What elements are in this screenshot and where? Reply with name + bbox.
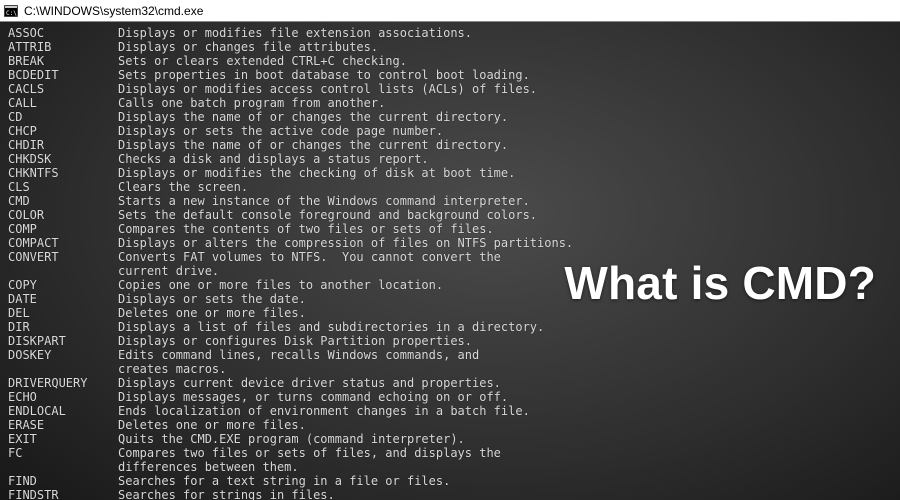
command-description: Displays messages, or turns command echo… [118,390,900,404]
command-description: Displays or modifies the checking of dis… [118,166,900,180]
command-description: Displays the name of or changes the curr… [118,110,900,124]
command-description: Displays or modifies file extension asso… [118,26,900,40]
command-name: CHDIR [8,138,118,152]
command-name: CACLS [8,82,118,96]
command-name: FINDSTR [8,488,118,500]
command-description: Checks a disk and displays a status repo… [118,152,900,166]
command-row-continuation: differences between them. [8,460,900,474]
command-row: CHDIRDisplays the name of or changes the… [8,138,900,152]
command-name: CALL [8,96,118,110]
command-description: Displays or alters the compression of fi… [118,236,900,250]
command-name: CHKNTFS [8,166,118,180]
command-description: Displays a list of files and subdirector… [118,320,900,334]
command-description: Searches for strings in files. [118,488,900,500]
command-name: ERASE [8,418,118,432]
command-description: Searches for a text string in a file or … [118,474,900,488]
command-name: ASSOC [8,26,118,40]
command-name: BCDEDIT [8,68,118,82]
cmd-icon: C:\ [4,5,18,17]
command-row: ASSOCDisplays or modifies file extension… [8,26,900,40]
command-name: DATE [8,292,118,306]
command-description: Displays or configures Disk Partition pr… [118,334,900,348]
command-name: DISKPART [8,334,118,348]
command-description: Deletes one or more files. [118,418,900,432]
command-row: DISKPARTDisplays or configures Disk Part… [8,334,900,348]
command-row: CMDStarts a new instance of the Windows … [8,194,900,208]
command-row-continuation: creates macros. [8,362,900,376]
command-description: Sets or clears extended CTRL+C checking. [118,54,900,68]
command-row: FINDSTRSearches for strings in files. [8,488,900,500]
command-description: Displays or modifies access control list… [118,82,900,96]
command-name: FC [8,446,118,460]
command-row: CLSClears the screen. [8,180,900,194]
command-row: COMPACTDisplays or alters the compressio… [8,236,900,250]
command-name: FIND [8,474,118,488]
command-row: CHCPDisplays or sets the active code pag… [8,124,900,138]
command-name: CD [8,110,118,124]
command-name: COPY [8,278,118,292]
overlay-heading: What is CMD? [564,256,876,310]
command-description: Displays or sets the active code page nu… [118,124,900,138]
command-description-continuation: differences between them. [118,460,900,474]
command-row: CALLCalls one batch program from another… [8,96,900,110]
titlebar[interactable]: C:\ C:\WINDOWS\system32\cmd.exe [0,0,900,22]
command-name: CMD [8,194,118,208]
command-row: ERASEDeletes one or more files. [8,418,900,432]
command-row: DOSKEYEdits command lines, recalls Windo… [8,348,900,362]
command-name: ECHO [8,390,118,404]
command-description: Compares the contents of two files or se… [118,222,900,236]
command-row: EXITQuits the CMD.EXE program (command i… [8,432,900,446]
command-name: EXIT [8,432,118,446]
command-row: BREAKSets or clears extended CTRL+C chec… [8,54,900,68]
cmd-window: C:\ C:\WINDOWS\system32\cmd.exe ASSOCDis… [0,0,900,500]
command-name: COMP [8,222,118,236]
command-description: Clears the screen. [118,180,900,194]
command-name: DOSKEY [8,348,118,362]
command-row: ECHODisplays messages, or turns command … [8,390,900,404]
command-description: Calls one batch program from another. [118,96,900,110]
command-name: CONVERT [8,250,118,264]
terminal-area[interactable]: ASSOCDisplays or modifies file extension… [0,22,900,500]
command-description: Ends localization of environment changes… [118,404,900,418]
command-description: Edits command lines, recalls Windows com… [118,348,900,362]
command-name: BREAK [8,54,118,68]
command-row: BCDEDITSets properties in boot database … [8,68,900,82]
command-row: ATTRIBDisplays or changes file attribute… [8,40,900,54]
command-description: Displays current device driver status an… [118,376,900,390]
command-row: CDDisplays the name of or changes the cu… [8,110,900,124]
command-description: Starts a new instance of the Windows com… [118,194,900,208]
command-row: DIRDisplays a list of files and subdirec… [8,320,900,334]
command-description-continuation: creates macros. [118,362,900,376]
command-name: COMPACT [8,236,118,250]
command-description: Sets properties in boot database to cont… [118,68,900,82]
command-name: CHKDSK [8,152,118,166]
command-row: CHKDSKChecks a disk and displays a statu… [8,152,900,166]
command-row: FINDSearches for a text string in a file… [8,474,900,488]
command-description: Displays or changes file attributes. [118,40,900,54]
command-name: DIR [8,320,118,334]
command-name-blank [8,362,118,376]
command-row: CACLSDisplays or modifies access control… [8,82,900,96]
command-name: DRIVERQUERY [8,376,118,390]
command-row: COLORSets the default console foreground… [8,208,900,222]
command-description: Sets the default console foreground and … [118,208,900,222]
command-name: CHCP [8,124,118,138]
command-name: ENDLOCAL [8,404,118,418]
command-name: DEL [8,306,118,320]
command-description: Displays the name of or changes the curr… [118,138,900,152]
command-row: ENDLOCALEnds localization of environment… [8,404,900,418]
command-name: COLOR [8,208,118,222]
command-name-blank [8,264,118,278]
window-title: C:\WINDOWS\system32\cmd.exe [24,4,203,18]
command-name-blank [8,460,118,474]
command-row: DRIVERQUERYDisplays current device drive… [8,376,900,390]
command-row: FCCompares two files or sets of files, a… [8,446,900,460]
command-description: Quits the CMD.EXE program (command inter… [118,432,900,446]
command-row: COMPCompares the contents of two files o… [8,222,900,236]
command-name: ATTRIB [8,40,118,54]
svg-text:C:\: C:\ [6,10,17,17]
command-row: CHKNTFSDisplays or modifies the checking… [8,166,900,180]
command-name: CLS [8,180,118,194]
command-description: Compares two files or sets of files, and… [118,446,900,460]
